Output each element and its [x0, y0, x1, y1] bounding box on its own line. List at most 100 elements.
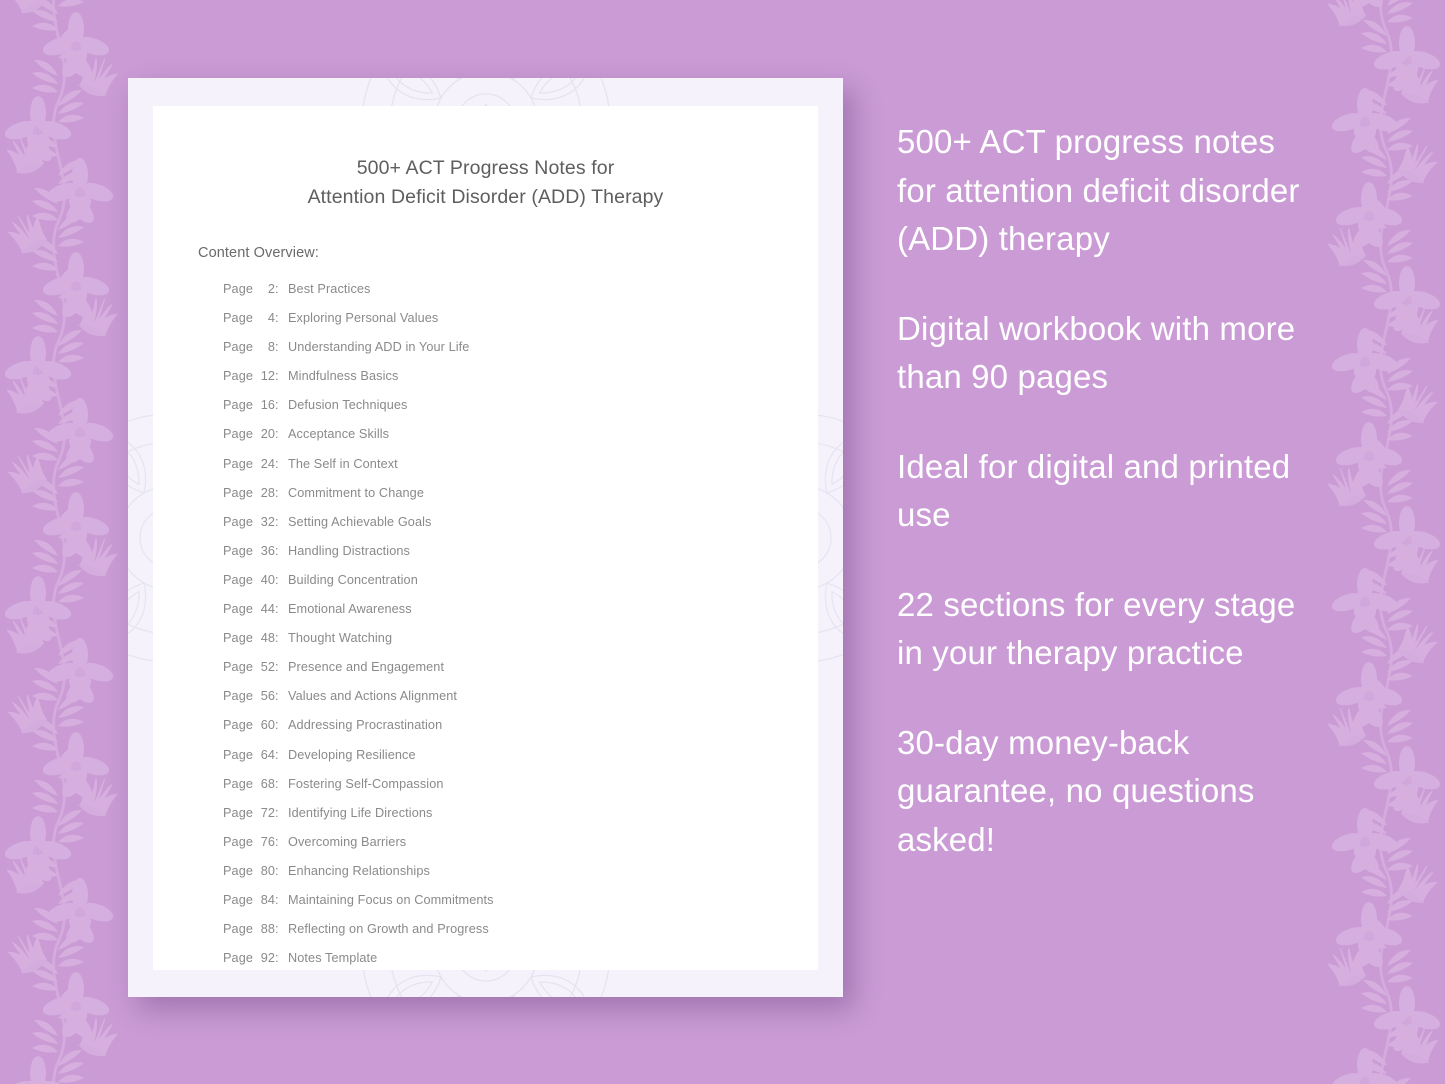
toc-page-label: Page 92: [223, 944, 279, 973]
toc-page-word: Page [223, 922, 254, 937]
toc-section-title: Exploring Personal Values [288, 311, 439, 326]
toc-page-label: Page 12: [223, 362, 279, 391]
marketing-paragraph: Digital workbook with more than 90 pages [897, 309, 1296, 396]
toc-colon: : [275, 514, 279, 529]
toc-colon: : [275, 718, 279, 733]
toc-row: Page 24: The Self in Context [223, 450, 818, 479]
toc-page-label: Page 2: [223, 275, 279, 304]
marketing-paragraph: 500+ ACT progress notes for attention de… [897, 123, 1300, 257]
toc-page-word: Page [223, 369, 254, 384]
page-title-line1: 500+ ACT Progress Notes for [356, 157, 615, 179]
toc-page-number: 56 [260, 689, 276, 704]
toc-row: Page 52: Presence and Engagement [223, 653, 818, 682]
toc-page-number: 24 [260, 456, 276, 471]
toc-page-word: Page [223, 660, 254, 675]
toc-row: Page 76: Overcoming Barriers [223, 828, 818, 857]
toc-page-label: Page 40: [223, 566, 279, 595]
toc-page-number: 12 [260, 369, 276, 384]
toc-colon: : [275, 834, 279, 849]
toc-page-label: Page 60: [223, 711, 279, 740]
toc-page-word: Page [223, 951, 254, 966]
toc-page-label: Page 8: [223, 333, 279, 362]
toc-page-number: 16 [260, 398, 276, 413]
marketing-paragraph: Ideal for digital and printed use [897, 447, 1291, 534]
toc-page-number: 80 [260, 863, 276, 878]
toc-page-word: Page [223, 631, 254, 646]
toc-section-title: Maintaining Focus on Commitments [288, 892, 494, 907]
toc-page-number: 60 [260, 718, 276, 733]
toc-row: Page 64: Developing Resilience [223, 741, 818, 770]
toc-page-word: Page [223, 340, 254, 355]
toc-page-number: 8 [267, 340, 276, 355]
toc-page-number: 72 [260, 805, 276, 820]
toc-page-word: Page [223, 514, 254, 529]
toc-page-word: Page [223, 602, 254, 617]
toc-page-label: Page 56: [223, 682, 279, 711]
toc-section-title: Handling Distractions [288, 543, 410, 558]
toc-section-title: Values and Actions Alignment [288, 689, 458, 704]
toc-row: Page 92: Notes Template [223, 944, 818, 973]
toc-row: Page 20: Acceptance Skills [223, 420, 818, 449]
toc-colon: : [275, 747, 279, 762]
toc-page-word: Page [223, 718, 254, 733]
toc-row: Page 36: Handling Distractions [223, 537, 818, 566]
toc-page-word: Page [223, 863, 254, 878]
toc-section-title: Addressing Procrastination [288, 718, 443, 733]
toc-section-title: Notes Template [288, 951, 378, 966]
toc-section-title: Understanding ADD in Your Life [288, 340, 470, 355]
toc-page-number: 52 [260, 660, 276, 675]
toc-page-label: Page 16: [223, 391, 279, 420]
toc-row: Page 88: Reflecting on Growth and Progress [223, 915, 818, 944]
toc-page-word: Page [223, 427, 254, 442]
toc-page-word: Page [223, 456, 254, 471]
toc-row: Page 48: Thought Watching [223, 624, 818, 653]
toc-page-label: Page 68: [223, 770, 279, 799]
toc-colon: : [275, 689, 279, 704]
toc-section-title: Developing Resilience [288, 747, 416, 762]
toc-section-title: Defusion Techniques [288, 398, 408, 413]
toc-row: Page 60: Addressing Procrastination [223, 711, 818, 740]
product-listing-image: 500+ ACT Progress Notes for Attention De… [0, 0, 1445, 1084]
toc-section-title: Presence and Engagement [288, 660, 445, 675]
toc-page-number: 64 [260, 747, 276, 762]
toc-row: Page 12: Mindfulness Basics [223, 362, 818, 391]
toc-colon: : [275, 863, 279, 878]
toc-colon: : [275, 398, 279, 413]
workbook-preview-card: 500+ ACT Progress Notes for Attention De… [128, 78, 843, 997]
toc-page-word: Page [223, 747, 254, 762]
floral-vine-icon [0, 0, 118, 1084]
toc-page-word: Page [223, 776, 254, 791]
toc-page-word: Page [223, 572, 254, 587]
toc-page-word: Page [223, 805, 254, 820]
toc-colon: : [275, 660, 279, 675]
toc-row: Page 2: Best Practices [223, 275, 818, 304]
toc-section-title: Enhancing Relationships [288, 863, 430, 878]
toc-page-label: Page 64: [223, 741, 279, 770]
toc-row: Page 16: Defusion Techniques [223, 391, 818, 420]
toc-page-label: Page 32: [223, 508, 279, 537]
toc-page-label: Page 28: [223, 479, 279, 508]
toc-page-number: 4 [267, 311, 276, 326]
toc-page-label: Page 36: [223, 537, 279, 566]
toc-page-word: Page [223, 398, 254, 413]
toc-row: Page 28: Commitment to Change [223, 479, 818, 508]
toc-section-title: The Self in Context [288, 456, 398, 471]
toc-page-word: Page [223, 834, 254, 849]
toc-page-label: Page 4: [223, 304, 279, 333]
toc-section-title: Setting Achievable Goals [288, 514, 432, 529]
toc-page-number: 20 [260, 427, 276, 442]
toc-section-title: Mindfulness Basics [288, 369, 399, 384]
toc-section-title: Identifying Life Directions [288, 805, 433, 820]
toc-page-label: Page 24: [223, 450, 279, 479]
toc-section-title: Reflecting on Growth and Progress [288, 922, 489, 937]
toc-page-number: 92 [260, 951, 276, 966]
toc-section-title: Best Practices [288, 282, 371, 296]
toc-row: Page 56: Values and Actions Alignment [223, 682, 818, 711]
toc-page-word: Page [223, 311, 254, 326]
toc-colon: : [275, 485, 279, 500]
content-overview-label: Content Overview: [198, 245, 319, 261]
marketing-paragraph: 30-day money-back guarantee, no question… [897, 723, 1255, 858]
toc-page-number: 28 [260, 485, 276, 500]
toc-page-number: 48 [260, 631, 276, 646]
table-of-contents: Page 2: Best Practices Page 4: Exploring Pers… [223, 275, 818, 973]
